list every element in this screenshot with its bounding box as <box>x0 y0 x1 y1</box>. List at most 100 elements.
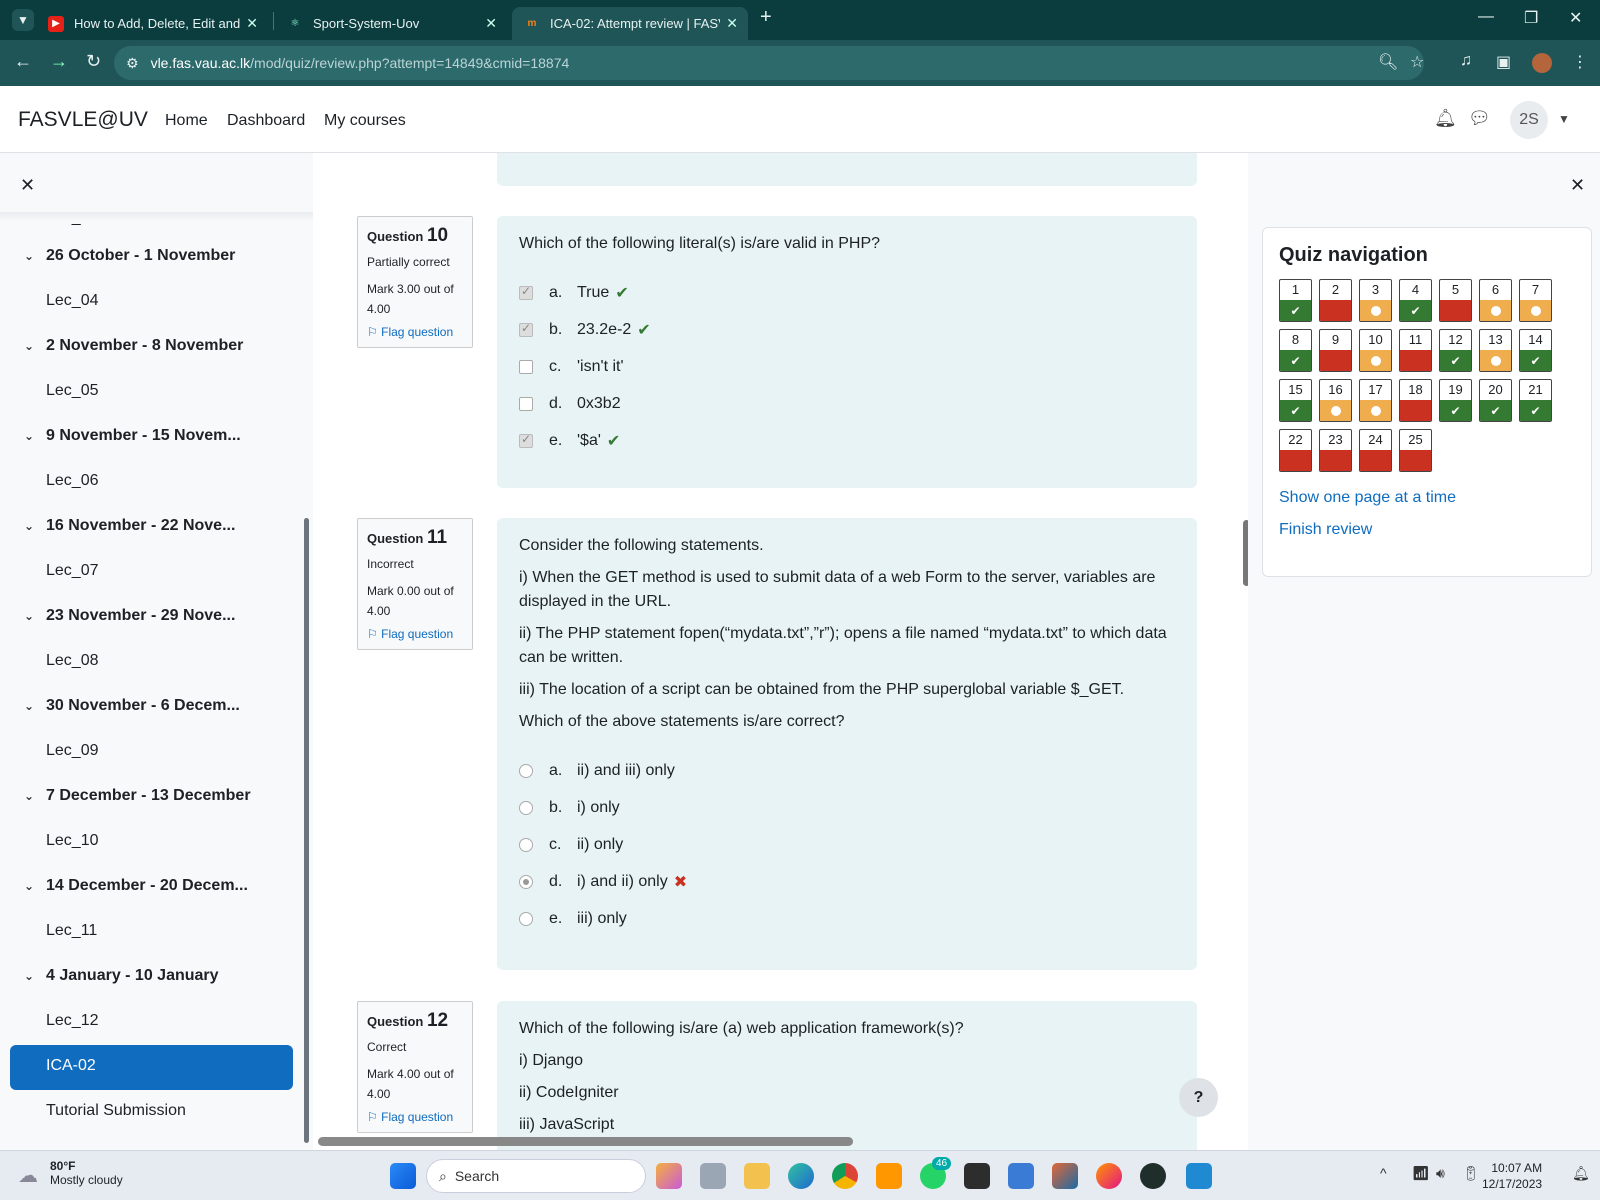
close-tab-icon[interactable]: ✕ <box>246 15 258 32</box>
vscode-icon[interactable] <box>1186 1163 1212 1189</box>
show-one-page-link[interactable]: Show one page at a time <box>1279 489 1575 507</box>
sidebar-item[interactable]: Lec_05 <box>46 382 99 400</box>
terminal-icon[interactable] <box>964 1163 990 1189</box>
finish-review-link[interactable]: Finish review <box>1279 521 1575 539</box>
sidebar-item[interactable]: Tutorial Submission <box>46 1102 186 1120</box>
notification-bell-icon[interactable]: 🔔︎ <box>1434 108 1457 129</box>
chrome-icon[interactable] <box>832 1163 858 1189</box>
minimize-icon[interactable]: — <box>1478 8 1494 26</box>
profile-icon[interactable] <box>1532 53 1552 73</box>
new-tab-icon[interactable]: + <box>760 6 772 29</box>
zoom-icon[interactable]: 🔍︎ <box>1378 52 1398 72</box>
chevron-down-icon[interactable]: ⌄ <box>24 699 46 713</box>
chevron-down-icon[interactable]: ⌄ <box>24 429 46 443</box>
quiz-nav-button[interactable]: 19 ✔ <box>1439 379 1472 422</box>
volume-icon[interactable]: 🔊︎ <box>1436 1165 1445 1182</box>
side-panel-icon[interactable]: ▣ <box>1496 52 1511 72</box>
chevron-down-icon[interactable]: ⌄ <box>24 789 46 803</box>
bookmark-star-icon[interactable]: ☆ <box>1410 52 1424 72</box>
wifi-icon[interactable]: 📶︎ <box>1412 1165 1430 1182</box>
firefox-icon[interactable] <box>1096 1163 1122 1189</box>
close-drawer-icon[interactable]: ✕ <box>1570 175 1585 196</box>
avatar[interactable]: 2S <box>1510 101 1548 139</box>
quiz-nav-button[interactable]: 10 <box>1359 329 1392 372</box>
sublime-icon[interactable] <box>876 1163 902 1189</box>
sidebar-item[interactable]: Lec_07 <box>46 562 99 580</box>
help-button[interactable]: ? <box>1179 1078 1218 1117</box>
quiz-nav-button[interactable]: 11 <box>1399 329 1432 372</box>
restore-icon[interactable]: ❐ <box>1524 8 1538 28</box>
browser-tab-ica02[interactable]: m ICA-02: Attempt review | FASVLE ✕ <box>512 7 748 40</box>
quiz-nav-button[interactable]: 3 <box>1359 279 1392 322</box>
url-bar[interactable]: ⚙ vle.fas.vau.ac.lk/mod/quiz/review.php?… <box>114 46 1424 80</box>
close-tab-icon[interactable]: ✕ <box>485 15 497 32</box>
nav-home[interactable]: Home <box>165 112 208 130</box>
notification-icon[interactable]: 🔔︎ <box>1572 1165 1590 1182</box>
quiz-nav-button[interactable]: 16 <box>1319 379 1352 422</box>
flag-question-link[interactable]: ⚐ Flag question <box>367 325 463 339</box>
sidebar-item[interactable]: Lec_12 <box>46 1012 99 1030</box>
taskbar-clock[interactable]: 10:07 AM 12/17/2023 <box>1482 1160 1542 1192</box>
chevron-down-icon[interactable]: ⌄ <box>24 609 46 623</box>
menu-kebab-icon[interactable]: ⋮ <box>1572 52 1588 72</box>
windows-start-icon[interactable] <box>390 1163 416 1189</box>
browser-tab-sport-system[interactable]: ⚛ Sport-System-Uov ✕ <box>275 7 507 40</box>
site-info-icon[interactable]: ⚙ <box>126 55 139 72</box>
tray-chevron-icon[interactable]: ^ <box>1380 1165 1387 1181</box>
quiz-nav-button[interactable]: 17 <box>1359 379 1392 422</box>
file-explorer-icon[interactable] <box>744 1163 770 1189</box>
quiz-nav-button[interactable]: 20 ✔ <box>1479 379 1512 422</box>
sidebar-section[interactable]: ⌄ 14 December - 20 Decem... <box>24 877 248 895</box>
quiz-nav-button[interactable]: 4 ✔ <box>1399 279 1432 322</box>
quiz-nav-button[interactable]: 14 ✔ <box>1519 329 1552 372</box>
quiz-nav-button[interactable]: 21 ✔ <box>1519 379 1552 422</box>
battery-icon[interactable]: 🔋︎ <box>1462 1165 1480 1182</box>
chevron-down-icon[interactable]: ⌄ <box>24 249 46 263</box>
sidebar-section[interactable]: ⌄ 26 October - 1 November <box>24 247 235 265</box>
sidebar-item[interactable]: Lec_08 <box>46 652 99 670</box>
quiz-nav-button[interactable]: 15 ✔ <box>1279 379 1312 422</box>
copilot-icon[interactable] <box>656 1163 682 1189</box>
close-drawer-icon[interactable]: ✕ <box>20 175 35 196</box>
quiz-nav-button[interactable]: 24 <box>1359 429 1392 472</box>
quiz-nav-button[interactable]: 13 <box>1479 329 1512 372</box>
quiz-nav-button[interactable]: 22 <box>1279 429 1312 472</box>
task-view-icon[interactable] <box>700 1163 726 1189</box>
quiz-nav-button[interactable]: 8 ✔ <box>1279 329 1312 372</box>
sidebar-section[interactable]: ⌄ 30 November - 6 Decem... <box>24 697 240 715</box>
close-tab-icon[interactable]: ✕ <box>726 15 738 32</box>
sidebar-section[interactable]: ⌄ 7 December - 13 December <box>24 787 251 805</box>
weather-icon[interactable]: ☁ <box>18 1163 38 1188</box>
quiz-nav-button[interactable]: 23 <box>1319 429 1352 472</box>
quiz-nav-button[interactable]: 7 <box>1519 279 1552 322</box>
chevron-down-icon[interactable]: ⌄ <box>24 339 46 353</box>
sidebar-item[interactable]: Lec_06 <box>46 472 99 490</box>
messages-icon[interactable]: 💬︎ <box>1468 108 1491 129</box>
tab-search-icon[interactable]: ▼ <box>12 9 34 31</box>
sidebar-section[interactable]: ⌄ 16 November - 22 Nove... <box>24 517 235 535</box>
chevron-down-icon[interactable]: ⌄ <box>24 969 46 983</box>
nav-my-courses[interactable]: My courses <box>324 112 406 130</box>
mongodb-icon[interactable] <box>1140 1163 1166 1189</box>
quiz-nav-button[interactable]: 9 <box>1319 329 1352 372</box>
media-icon[interactable]: ♫ <box>1460 52 1472 70</box>
quiz-nav-button[interactable]: 1 ✔ <box>1279 279 1312 322</box>
sidebar-item[interactable]: Lec_04 <box>46 292 99 310</box>
sidebar-section[interactable]: ⌄ 4 January - 10 January <box>24 967 219 985</box>
sidebar-item-active[interactable]: ICA-02 <box>10 1045 293 1090</box>
flag-question-link[interactable]: ⚐ Flag question <box>367 627 463 641</box>
matlab-icon[interactable] <box>1052 1163 1078 1189</box>
chevron-down-icon[interactable]: ▼ <box>1558 112 1570 126</box>
edge-icon[interactable] <box>788 1163 814 1189</box>
sidebar-item[interactable]: Lec_09 <box>46 742 99 760</box>
browser-tab-youtube[interactable]: ▶ How to Add, Delete, Edit and Di ✕ <box>36 7 268 40</box>
forward-icon[interactable]: → <box>50 51 68 72</box>
reload-icon[interactable]: ↻ <box>86 51 101 72</box>
quiz-nav-button[interactable]: 25 <box>1399 429 1432 472</box>
drawer-scrollbar[interactable] <box>304 518 309 1143</box>
chevron-down-icon[interactable]: ⌄ <box>24 519 46 533</box>
nav-dashboard[interactable]: Dashboard <box>227 112 305 130</box>
site-brand[interactable]: FASVLE@UV <box>18 108 148 132</box>
quiz-nav-button[interactable]: 12 ✔ <box>1439 329 1472 372</box>
close-window-icon[interactable]: ✕ <box>1569 8 1582 28</box>
